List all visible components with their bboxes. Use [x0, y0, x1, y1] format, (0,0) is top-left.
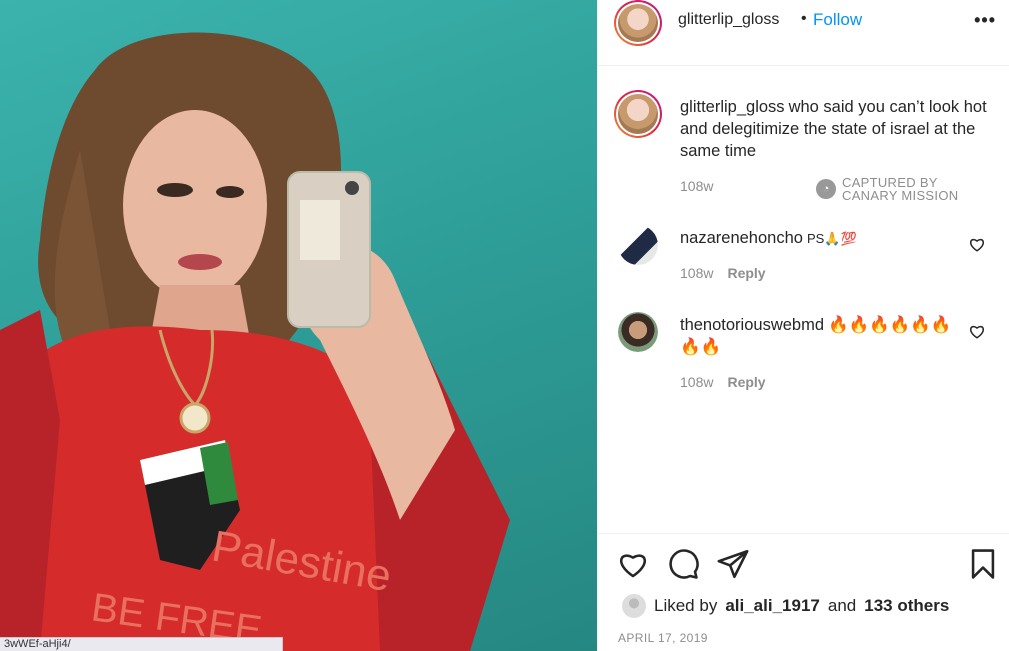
commenter-avatar[interactable]	[618, 225, 658, 265]
comment-like-heart-icon[interactable]	[968, 322, 986, 340]
comment-like-heart-icon[interactable]	[968, 235, 986, 253]
bookmark-icon[interactable]	[966, 547, 1000, 581]
post-actions: Liked by ali_ali_1917 and 133 others APR…	[598, 533, 1009, 651]
liker-username[interactable]: ali_ali_1917	[725, 596, 820, 616]
likes-summary: Liked by ali_ali_1917 and 133 others	[622, 594, 949, 618]
captured-by-stamp: ◔ CAPTURED BY CANARY MISSION	[816, 176, 958, 202]
caption-author-avatar[interactable]	[614, 90, 662, 138]
reply-button[interactable]: Reply	[727, 265, 765, 281]
caption-text: glitterlip_gloss who said you can’t look …	[680, 96, 990, 162]
liker-avatar[interactable]	[622, 594, 646, 618]
canary-logo-icon: ◔	[816, 179, 836, 199]
likes-prefix: Liked by	[654, 596, 718, 615]
post-photo-illustration: Palestine BE FREE	[0, 32, 510, 651]
post-header: glitterlip_gloss • Follow •••	[598, 0, 1009, 66]
author-avatar[interactable]	[614, 0, 662, 46]
comment-icon[interactable]	[666, 547, 700, 581]
reply-button[interactable]: Reply	[727, 374, 765, 390]
commenter-avatar[interactable]	[618, 312, 658, 352]
comment-meta: 108w Reply	[680, 374, 766, 390]
likes-others[interactable]: 133 others	[864, 596, 949, 616]
comment-text: thenotoriouswebmd 🔥🔥🔥🔥🔥🔥🔥🔥	[680, 314, 960, 358]
commenter-username[interactable]: thenotoriouswebmd	[680, 316, 824, 334]
status-bar-url: 3wWEf-aHji4/	[0, 637, 283, 651]
likes-conj: and	[827, 596, 857, 615]
more-options-icon[interactable]: •••	[974, 10, 996, 31]
separator-dot: •	[801, 10, 807, 27]
post-photo[interactable]: Palestine BE FREE 3wWEf-aHji4/	[0, 0, 597, 651]
caption-username[interactable]: glitterlip_gloss	[680, 98, 785, 116]
comment-meta: 108w Reply	[680, 265, 766, 281]
post-date[interactable]: APRIL 17, 2019	[618, 631, 708, 645]
heart-icon[interactable]	[616, 547, 650, 581]
caption-age[interactable]: 108w	[680, 178, 713, 194]
commenter-username[interactable]: nazarenehoncho	[680, 229, 803, 247]
comment-text: nazarenehoncho PS🙏💯	[680, 227, 960, 250]
post-details-panel: glitterlip_gloss • Follow ••• glitterlip…	[597, 0, 1009, 651]
paper-plane-icon[interactable]	[716, 547, 750, 581]
author-username[interactable]: glitterlip_gloss	[678, 11, 779, 29]
stamp-line-2: CANARY MISSION	[842, 188, 959, 203]
comment-body: PS🙏💯	[806, 231, 857, 246]
follow-button[interactable]: Follow	[813, 10, 862, 30]
comment-age[interactable]: 108w	[680, 374, 713, 390]
comment-age[interactable]: 108w	[680, 265, 713, 281]
